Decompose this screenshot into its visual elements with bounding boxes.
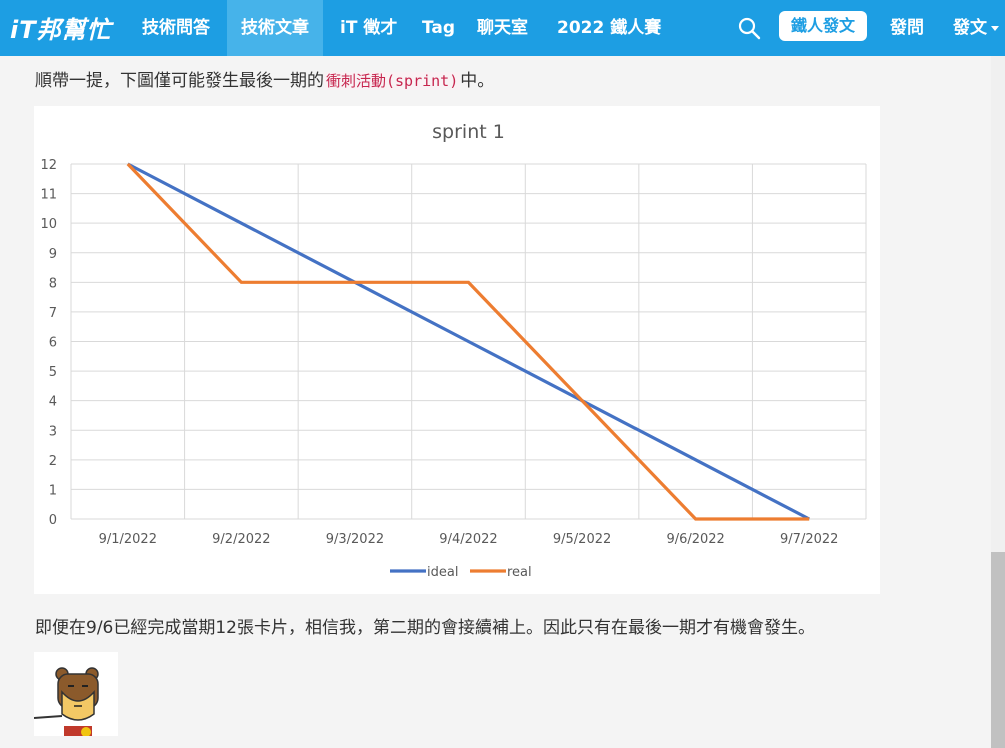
- site-logo[interactable]: iT邦幫忙: [10, 10, 112, 45]
- article-paragraph-2: 即便在9/6已經完成當期12張卡片，相信我，第二期的會接續補上。因此只有在最後一…: [35, 618, 815, 638]
- top-navbar: iT邦幫忙 技術問答 技術文章 iT 徵才 Tag 聊天室 2022 鐵人賽 鐵…: [0, 0, 1005, 56]
- ask-button[interactable]: 發問: [890, 0, 924, 56]
- article-paragraph-1: 順帶一提，下圖僅可能發生最後一期的 衝刺活動(sprint) 中。: [35, 66, 494, 91]
- nav-tech-qa[interactable]: 技術問答: [128, 0, 224, 56]
- y-tick-label: 0: [49, 513, 57, 528]
- nav-tech-articles[interactable]: 技術文章: [227, 0, 323, 56]
- nav-chatroom[interactable]: 聊天室: [463, 0, 542, 56]
- scrollbar-thumb[interactable]: [991, 552, 1005, 748]
- y-tick-label: 6: [49, 336, 57, 351]
- chart-title: sprint 1: [432, 121, 505, 143]
- y-tick-label: 3: [49, 424, 57, 439]
- x-tick-label: 9/2/2022: [212, 532, 270, 547]
- y-tick-label: 12: [40, 158, 57, 173]
- paragraph-text: 順帶一提，下圖僅可能發生最後一期的: [35, 71, 324, 91]
- burndown-chart: sprint 1 0 1 2 3 4 5 6 7 8 9 10 11 12 9/1/2022 9/2/2022…: [34, 106, 880, 594]
- x-tick-label: 9/7/2022: [780, 532, 838, 547]
- inline-code: 衝刺活動(sprint): [324, 72, 461, 90]
- y-tick-label: 11: [40, 188, 57, 203]
- x-tick-label: 9/1/2022: [99, 532, 157, 547]
- paragraph-text-end: 中。: [460, 71, 495, 91]
- x-tick-label: 9/6/2022: [666, 532, 724, 547]
- y-tick-label: 5: [49, 365, 57, 380]
- y-tick-label: 8: [49, 276, 57, 291]
- publish-menu[interactable]: 發文: [953, 0, 999, 56]
- ironman-post-button[interactable]: 鐵人發文: [779, 11, 867, 41]
- y-tick-label: 4: [49, 395, 57, 410]
- search-icon[interactable]: [737, 16, 761, 40]
- y-tick-label: 7: [49, 306, 57, 321]
- bear-sticker-image: [33, 652, 118, 737]
- x-tick-label: 9/3/2022: [326, 532, 384, 547]
- legend-label-ideal: ideal: [427, 565, 458, 580]
- nav-ironman-2022[interactable]: 2022 鐵人賽: [543, 0, 675, 56]
- chart-svg: sprint 101234567891011129/1/2022 9/2/2022…: [40, 121, 867, 580]
- nav-tag[interactable]: Tag: [408, 0, 469, 56]
- x-tick-label: 9/4/2022: [439, 532, 497, 547]
- y-tick-label: 1: [49, 483, 57, 498]
- legend-label-real: real: [507, 565, 532, 580]
- nav-jobs[interactable]: iT 徵才: [326, 0, 411, 56]
- chevron-down-icon: [991, 25, 999, 31]
- publish-label: 發文: [953, 18, 987, 38]
- y-tick-label: 10: [40, 217, 57, 232]
- y-tick-label: 2: [49, 454, 57, 469]
- y-tick-label: 9: [49, 247, 57, 262]
- x-tick-label: 9/5/2022: [553, 532, 611, 547]
